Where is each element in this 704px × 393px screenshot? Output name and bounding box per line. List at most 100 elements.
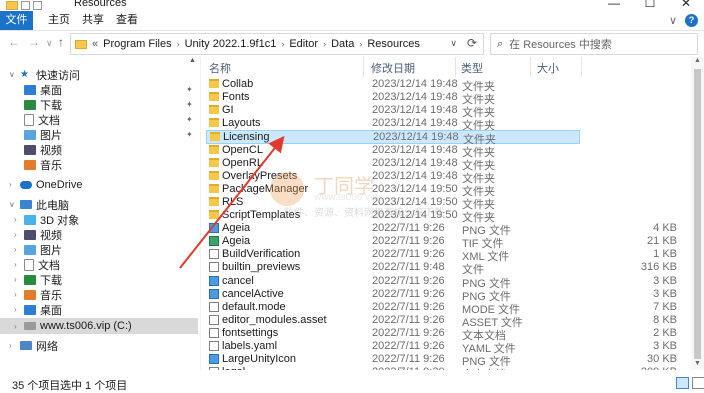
sidebar-item-music[interactable]: 音乐 [0,157,198,172]
chevron-right-icon[interactable]: › [14,245,17,254]
column-divider[interactable] [363,57,364,77]
column-date[interactable]: 修改日期 [371,60,415,76]
scroll-up-icon[interactable]: ▲ [189,57,196,64]
chevron-right-icon[interactable]: › [9,180,12,189]
minimize-button[interactable]: — [596,0,632,10]
address-dropdown-icon[interactable]: ∨ [450,38,457,49]
sidebar-item-label: 图片 [40,129,62,142]
scroll-up-icon[interactable]: ▲ [694,57,701,64]
file-row[interactable]: OpenCL 2023/12/14 19:48 文件夹 [206,144,580,159]
file-row[interactable]: editor_modules.asset 2022/7/11 9:26 ASSET … [206,314,580,329]
file-row[interactable]: Layouts 2023/12/14 19:48 文件夹 [206,117,580,132]
sidebar-item-drive-c[interactable]: › www.ts006.vip (C:) [0,318,198,334]
sidebar-item-videos[interactable]: 视频 [0,142,198,157]
file-row[interactable]: BuildVerification 2022/7/11 9:26 XML 文件 [206,248,580,263]
recent-locations-icon[interactable]: ∨ [46,38,53,49]
column-divider[interactable] [455,57,456,77]
chevron-down-icon[interactable]: ∨ [9,70,15,79]
file-row[interactable]: Fonts 2023/12/14 19:48 文件夹 [206,91,580,106]
file-row[interactable]: ScriptTemplates 2023/12/14 19:50 文件夹 [206,209,580,224]
sidebar-item-pc-desktop[interactable]: › 桌面 [0,302,198,317]
file-row[interactable]: fontsettings 2022/7/11 9:26 文本文档 [206,327,580,342]
file-row[interactable]: Collab 2023/12/14 19:48 文件夹 [206,78,580,93]
file-row[interactable]: labels.yaml 2022/7/11 9:26 YAML 文件 [206,340,580,355]
column-divider[interactable] [581,57,582,77]
music-icon [24,159,36,170]
file-row[interactable]: builtin_previews 2022/7/11 9:48 文件 [206,261,580,276]
sidebar-item-quick-access[interactable]: ∨ ★ 快速访问 [0,67,198,82]
sidebar-item-downloads[interactable]: 下载 ✦ [0,97,198,112]
vertical-scrollbar[interactable]: ▲ ▼ [691,57,704,370]
sidebar-item-desktop[interactable]: 桌面 ✦ [0,82,198,97]
address-bar[interactable]: « Program Files › Unity 2022.1.9f1c1 › E… [70,33,484,55]
chevron-right-icon[interactable]: › [14,275,17,284]
back-icon[interactable]: ← [8,35,20,49]
file-row[interactable]: default.mode 2022/7/11 9:26 MODE 文件 [206,301,580,316]
file-icon [209,341,219,351]
sidebar-item-pictures[interactable]: 图片 ✦ [0,127,198,142]
column-divider[interactable] [530,57,531,77]
sidebar-item-pc-pictures[interactable]: › 图片 [0,242,198,257]
file-row[interactable]: RLS 2023/12/14 19:50 文件夹 [206,196,580,211]
tab-file[interactable]: 文件 [0,11,33,30]
chevron-right-icon[interactable]: › [14,215,17,224]
file-name: builtin_previews [222,261,301,273]
file-row[interactable]: cancel 2022/7/11 9:26 PNG 文件 [206,275,580,290]
tab-view[interactable]: 查看 [106,11,148,30]
chevron-right-icon[interactable]: › [14,290,17,299]
properties-button[interactable] [21,1,30,10]
sidebar-item-3d-objects[interactable]: › 3D 对象 [0,212,198,227]
file-row[interactable]: PackageManager 2023/12/14 19:50 文件夹 [206,183,580,198]
breadcrumb-program-files[interactable]: Program Files [103,38,171,50]
chevron-right-icon[interactable]: › [9,341,12,350]
file-size: 3 KB [653,288,677,300]
file-row[interactable]: OpenRL 2023/12/14 19:48 文件夹 [206,157,580,172]
sidebar-item-pc-downloads[interactable]: › 下载 [0,272,198,287]
column-name[interactable]: 名称 [209,60,231,76]
new-folder-button[interactable] [33,1,42,10]
sidebar-item-pc-documents[interactable]: › 文档 [0,257,198,272]
forward-icon[interactable]: → [28,35,40,49]
sidebar-item-documents[interactable]: 文档 ✦ [0,112,198,127]
maximize-button[interactable]: ☐ [632,0,668,10]
file-row[interactable]: cancelActive 2022/7/11 9:26 PNG 文件 [206,288,580,303]
file-row[interactable]: OverlayPresets 2023/12/14 19:48 文件夹 [206,170,580,185]
refresh-icon[interactable]: ⟳ [467,36,477,50]
scroll-down-icon[interactable]: ▼ [694,360,701,367]
column-type[interactable]: 类型 [461,60,483,76]
chevron-down-icon[interactable]: ∨ [9,200,15,209]
close-button[interactable]: ✕ [668,0,704,10]
file-row[interactable]: GI 2023/12/14 19:48 文件夹 [206,104,580,119]
file-date: 2023/12/14 19:48 [372,78,458,90]
scrollbar-thumb[interactable] [694,69,701,359]
column-size[interactable]: 大小 [537,60,559,76]
chevron-right-icon[interactable]: › [14,230,17,239]
chevron-right-icon[interactable]: › [14,305,17,314]
file-row[interactable]: LargeUnityIcon 2022/7/11 9:26 PNG 文件 [206,353,580,368]
sidebar-item-this-pc[interactable]: ∨ 此电脑 [0,197,198,212]
sidebar-item-pc-videos[interactable]: › 视频 [0,227,198,242]
expand-ribbon-icon[interactable]: ∨ [669,14,677,27]
folder-icon [209,92,219,101]
file-row[interactable]: Ageia 2022/7/11 9:26 PNG 文件 [206,222,580,237]
file-row[interactable]: Ageia 2022/7/11 9:26 TIF 文件 [206,235,580,250]
breadcrumb-resources[interactable]: Resources [367,38,420,50]
chevron-right-icon[interactable]: › [14,260,17,269]
cloud-icon [20,180,32,189]
sidebar-item-pc-music[interactable]: › 音乐 [0,287,198,302]
chevron-right-icon[interactable]: › [14,322,17,331]
help-icon[interactable]: ? [685,14,698,27]
breadcrumb-data[interactable]: Data [331,38,354,50]
search-input[interactable]: ⌕ 在 Resources 中搜索 [490,33,698,55]
sidebar-item-network[interactable]: › 网络 [0,338,198,353]
sidebar-item-onedrive[interactable]: › OneDrive [0,177,198,192]
details-view-icon[interactable] [676,377,689,389]
breadcrumb-overflow[interactable]: « [92,38,98,50]
file-row[interactable]: Licensing 2023/12/14 19:48 文件夹 [206,130,580,146]
breadcrumb-unity[interactable]: Unity 2022.1.9f1c1 [185,38,277,50]
up-icon[interactable]: ↑ [58,35,64,49]
large-icons-view-icon[interactable] [692,377,704,389]
file-row[interactable]: legal 2022/7/11 9:30 文本文档 [206,366,580,370]
sidebar-item-label: www.ts006.vip (C:) [40,320,132,332]
breadcrumb-editor[interactable]: Editor [289,38,318,50]
